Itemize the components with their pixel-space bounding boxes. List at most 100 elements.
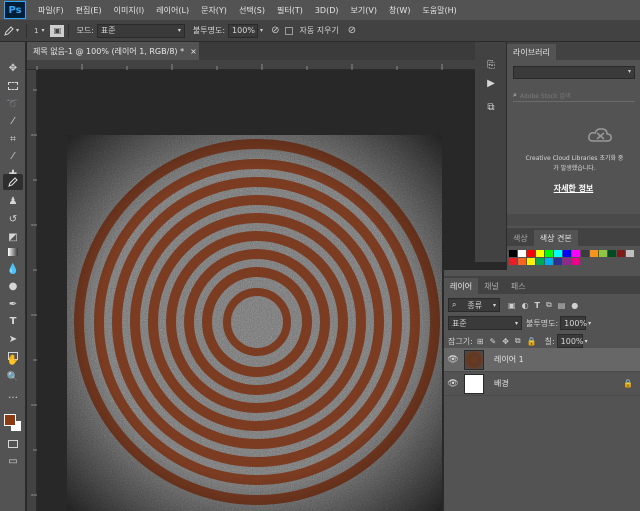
tab-swatches[interactable]: 색상 견본	[533, 230, 578, 246]
move-tool-icon[interactable]: ✥	[3, 60, 23, 76]
dodge-tool-icon[interactable]: ●	[3, 278, 23, 294]
menu-type[interactable]: 문자(Y)	[201, 5, 227, 16]
layer-row-background[interactable]: 👁 배경 🔒	[444, 372, 640, 396]
color-swatch[interactable]	[563, 258, 571, 265]
clone-stamp-tool-icon[interactable]: ♟	[3, 193, 23, 209]
quick-mask-icon[interactable]	[3, 436, 23, 452]
color-swatch[interactable]	[572, 250, 580, 257]
auto-erase-checkbox[interactable]	[285, 26, 294, 35]
brush-size-value[interactable]: 1	[34, 27, 38, 35]
tab-libraries[interactable]: 라이브러리	[507, 44, 556, 60]
visibility-eye-icon[interactable]: 👁	[444, 379, 462, 389]
type-tool-icon[interactable]: T	[3, 313, 23, 329]
color-swatch[interactable]	[617, 250, 625, 257]
color-swatch[interactable]	[509, 258, 517, 265]
lock-artboard-icon[interactable]: ⧉	[515, 336, 521, 346]
color-swatch[interactable]	[554, 250, 562, 257]
zoom-tool-icon[interactable]: 🔍	[3, 369, 23, 385]
pen-tool-icon[interactable]: ✒	[3, 296, 23, 312]
path-selection-tool-icon[interactable]: ➤	[3, 331, 23, 347]
lock-all-icon[interactable]: 🔒	[527, 337, 537, 346]
pencil-tool-preset-icon[interactable]: ▾	[0, 25, 22, 37]
lock-position-icon[interactable]: ✥	[502, 337, 509, 346]
color-swatch[interactable]	[527, 250, 535, 257]
library-select[interactable]: ▾	[513, 66, 635, 79]
color-swatch[interactable]	[590, 250, 598, 257]
filter-toggle-icon[interactable]: ●	[571, 301, 578, 310]
blend-mode-select[interactable]: 표준 ▾	[448, 316, 522, 330]
more-info-link[interactable]: 자세한 정보	[507, 183, 640, 194]
history-panel-icon[interactable]: ⎘	[483, 58, 499, 72]
close-icon[interactable]: ×	[190, 47, 197, 56]
pasteboard[interactable]	[37, 70, 475, 511]
color-swatch[interactable]	[599, 250, 607, 257]
eyedropper-tool-icon[interactable]: ⁄	[3, 148, 23, 164]
actions-play-icon[interactable]: ▶	[483, 76, 499, 90]
color-swatch[interactable]	[518, 250, 526, 257]
properties-panel-icon[interactable]: ⧉	[483, 100, 499, 114]
type-filter-icon[interactable]: T	[535, 301, 540, 310]
lock-transparent-icon[interactable]: ⊞	[477, 337, 484, 346]
chevron-down-icon[interactable]: ▾	[260, 27, 263, 34]
menu-3d[interactable]: 3D(D)	[315, 6, 339, 15]
color-swatch[interactable]	[545, 258, 553, 265]
color-swatch[interactable]	[554, 258, 562, 265]
color-swatch[interactable]	[518, 258, 526, 265]
mode-select[interactable]: 표준 ▾	[96, 23, 185, 38]
screen-mode-icon[interactable]: ▭	[3, 453, 23, 469]
blur-tool-icon[interactable]: 💧	[3, 261, 23, 277]
fill-input[interactable]: 100%	[556, 334, 584, 348]
more-tools-icon[interactable]: …	[3, 387, 23, 403]
foreground-color-swatch[interactable]	[4, 414, 16, 426]
layer-opacity-input[interactable]: 100%	[560, 316, 587, 330]
color-swatch[interactable]	[608, 250, 616, 257]
color-swatch[interactable]	[509, 250, 517, 257]
quick-select-tool-icon[interactable]: ⁄	[3, 113, 23, 129]
eraser-tool-icon[interactable]: ◩	[3, 229, 23, 245]
menu-file[interactable]: 파일(F)	[38, 5, 64, 16]
hand-tool-icon[interactable]: ✋	[3, 352, 23, 368]
crop-tool-icon[interactable]: ⌗	[3, 131, 23, 147]
color-swatch[interactable]	[563, 250, 571, 257]
layer-filter-select[interactable]: ⌕ 종류 ▾	[448, 298, 500, 312]
color-swatch[interactable]	[527, 258, 535, 265]
color-swatch[interactable]	[581, 250, 589, 257]
menu-image[interactable]: 이미지(I)	[114, 5, 145, 16]
tab-layers[interactable]: 레이어	[444, 278, 479, 294]
menu-edit[interactable]: 편집(E)	[76, 5, 102, 16]
brush-panel-toggle-icon[interactable]: ▣	[50, 24, 65, 37]
stock-search-field[interactable]: ⌕ Adobe Stock 검색	[513, 89, 635, 102]
chevron-down-icon[interactable]: ▾	[585, 338, 588, 345]
menu-window[interactable]: 창(W)	[389, 5, 411, 16]
color-swatch[interactable]	[536, 250, 544, 257]
pixel-filter-icon[interactable]: ▣	[508, 301, 516, 310]
pressure-size-icon[interactable]: ⊘	[348, 25, 356, 36]
menu-select[interactable]: 선택(S)	[239, 5, 265, 16]
visibility-eye-icon[interactable]: 👁	[444, 355, 462, 365]
tab-paths[interactable]: 패스	[505, 278, 532, 294]
marquee-tool-icon[interactable]	[3, 78, 23, 94]
color-swatch[interactable]	[536, 258, 544, 265]
lasso-tool-icon[interactable]: ➰	[3, 96, 23, 112]
menu-filter[interactable]: 필터(T)	[277, 5, 303, 16]
brush-picker-chevron-icon[interactable]: ▾	[41, 27, 44, 34]
history-brush-tool-icon[interactable]: ↺	[3, 211, 23, 227]
chevron-down-icon[interactable]: ▾	[588, 320, 591, 327]
layer-row-layer1[interactable]: 👁 레이어 1	[444, 348, 640, 372]
menu-help[interactable]: 도움말(H)	[422, 5, 456, 16]
lock-pixels-icon[interactable]: ✎	[489, 337, 496, 346]
gradient-tool-icon[interactable]	[3, 244, 23, 260]
color-swatch[interactable]	[626, 250, 634, 257]
document-tab[interactable]: 제목 없음-1 @ 100% (레이어 1, RGB/8) * ×	[27, 42, 199, 60]
tab-color[interactable]: 색상	[507, 230, 534, 246]
pencil-tool-icon[interactable]	[3, 174, 23, 190]
menu-layer[interactable]: 레이어(L)	[156, 5, 189, 16]
smart-object-filter-icon[interactable]: ▤	[558, 301, 566, 310]
menu-view[interactable]: 보기(V)	[351, 5, 377, 16]
adjustment-filter-icon[interactable]: ◐	[522, 301, 529, 310]
color-swatch[interactable]	[545, 250, 553, 257]
shape-filter-icon[interactable]: ⧉	[546, 300, 552, 310]
opacity-input[interactable]: 100%	[228, 23, 259, 38]
document-canvas[interactable]	[67, 135, 442, 511]
color-swatch[interactable]	[572, 258, 580, 265]
